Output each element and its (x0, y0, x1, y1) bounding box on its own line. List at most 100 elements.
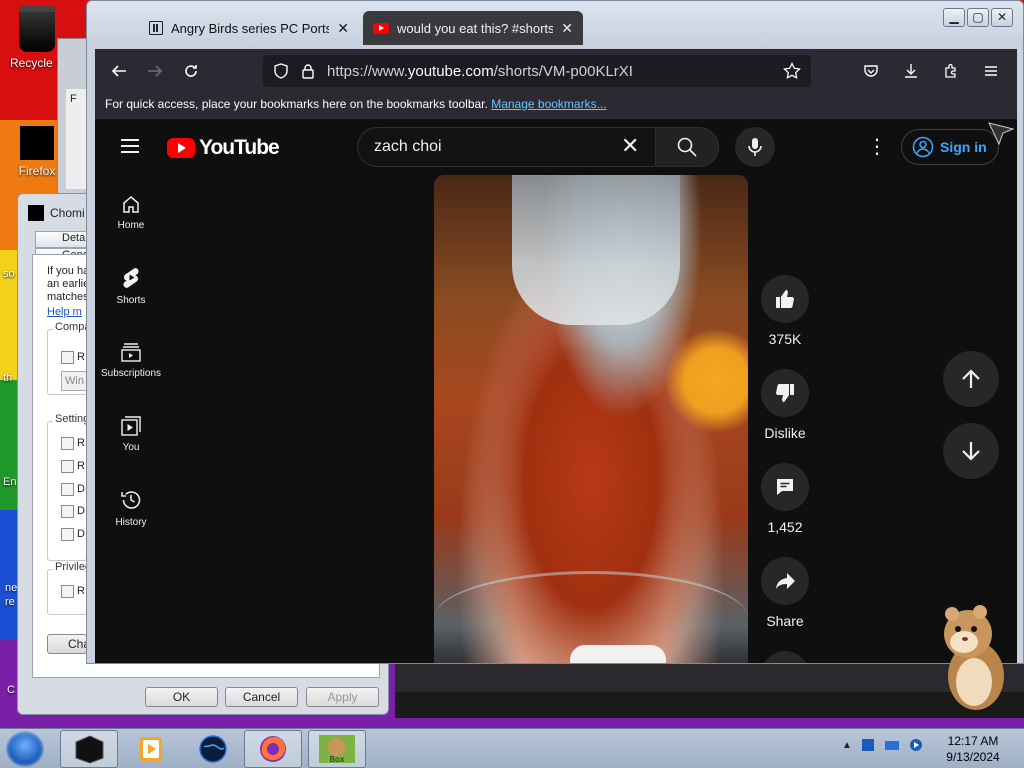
dislike-label: Dislike (764, 425, 806, 441)
comments-action[interactable]: 1,452 (755, 463, 815, 535)
manage-bookmarks-link[interactable]: Manage bookmarks... (491, 97, 606, 111)
previous-short-button[interactable] (943, 351, 999, 407)
cancel-button[interactable]: Cancel (225, 687, 298, 707)
youtube-logo[interactable]: YouTube (167, 136, 280, 160)
desktop-text-fragment: re (5, 596, 15, 608)
reload-button[interactable] (173, 53, 209, 89)
taskbar-item-globe[interactable] (184, 730, 242, 768)
sign-in-button[interactable]: Sign in (901, 129, 999, 165)
tray-volume-icon[interactable] (908, 737, 924, 753)
share-arrow-icon (776, 573, 795, 589)
tray-expand-icon[interactable]: ▲ (842, 740, 852, 751)
guide-item-you[interactable]: You (95, 397, 167, 471)
tray-network-icon[interactable] (884, 737, 900, 753)
intro-text: If you ha (47, 265, 87, 277)
apply-button[interactable]: Apply (306, 687, 379, 707)
account-circle-icon (912, 136, 934, 158)
toolbar-right (853, 53, 1009, 89)
youtube-play-icon (167, 138, 195, 158)
back-arrow-icon (111, 65, 126, 77)
more-action[interactable] (755, 651, 815, 663)
compat-checkbox[interactable] (61, 351, 74, 364)
url-prefix: https://www. (327, 62, 408, 80)
taskbar-item-firefox[interactable] (244, 730, 302, 768)
search-input[interactable]: zach choi (357, 127, 655, 167)
downloads-button[interactable] (893, 53, 929, 89)
comments-button[interactable] (761, 463, 809, 511)
tab-youtube-shorts[interactable]: would you eat this? #shorts - Yo ✕ (363, 11, 583, 45)
url-text: https://www.youtube.com/shorts/VM-p00KLr… (327, 63, 771, 80)
help-link[interactable]: Help m (47, 306, 87, 318)
next-short-button[interactable] (943, 423, 999, 479)
menu-button[interactable] (973, 53, 1009, 89)
pocket-button[interactable] (853, 53, 889, 89)
extensions-button[interactable] (933, 53, 969, 89)
pocket-icon (864, 65, 878, 77)
close-tab-icon[interactable]: ✕ (337, 20, 349, 37)
bookmark-star-icon[interactable] (783, 62, 801, 80)
start-button[interactable] (6, 731, 44, 767)
settings-checkbox[interactable] (61, 483, 74, 496)
taskbar-item-media-player[interactable] (122, 730, 180, 768)
svg-text:Box: Box (330, 755, 345, 764)
tracking-shield-icon[interactable] (273, 63, 289, 79)
settings-checkbox-label: R (77, 460, 85, 472)
shorts-video-player[interactable] (434, 175, 748, 663)
taskbar-item-hamster[interactable]: Box (308, 730, 366, 768)
sign-in-label: Sign in (940, 139, 987, 155)
shorts-actions: 375K Dislike 1,452 Share (759, 275, 811, 663)
close-tab-icon[interactable]: ✕ (561, 20, 573, 37)
like-action[interactable]: 375K (755, 275, 815, 347)
back-button[interactable] (101, 53, 137, 89)
subscriptions-icon (121, 342, 141, 362)
settings-more-icon[interactable]: ⋮ (867, 137, 887, 157)
dislike-action[interactable]: Dislike (755, 369, 815, 441)
lock-icon[interactable] (301, 63, 315, 79)
compat-dropdown[interactable]: Win (61, 371, 87, 391)
clock-date: 9/13/2024 (946, 750, 1000, 764)
settings-checkbox[interactable] (61, 505, 74, 518)
video-overlay-pill[interactable] (570, 645, 666, 663)
settings-checkbox[interactable] (61, 528, 74, 541)
settings-checkbox-label: R (77, 437, 85, 449)
desktop-text-fragment: th (3, 372, 13, 384)
youtube-page: YouTube zach choi ✕ ⋮ Sign in Home Short… (95, 119, 1017, 663)
tray-app-icon[interactable] (860, 737, 876, 753)
taskbar-clock[interactable]: 12:17 AM 9/13/2024 (938, 733, 1008, 765)
thumbs-down-icon (776, 384, 794, 403)
tab-details[interactable]: Deta (35, 231, 91, 248)
ok-button[interactable]: OK (145, 687, 218, 707)
clear-search-icon[interactable]: ✕ (621, 135, 639, 157)
intro-text: an earlie (47, 278, 87, 290)
arrow-down-icon (962, 442, 980, 461)
maximize-button[interactable]: ▢ (967, 8, 989, 27)
taskbar-item-app[interactable] (60, 730, 118, 768)
firefox-window[interactable]: Angry Birds series PC Ports : Ro ✕ would… (86, 0, 1024, 664)
more-options-button[interactable] (761, 651, 809, 663)
firefox-icon (260, 736, 286, 762)
tab-angry-birds[interactable]: Angry Birds series PC Ports : Ro ✕ (139, 11, 359, 45)
settings-checkbox[interactable] (61, 460, 74, 473)
privilege-checkbox[interactable] (61, 585, 74, 598)
guide-item-shorts[interactable]: Shorts (95, 249, 167, 323)
guide-item-home[interactable]: Home (95, 175, 167, 249)
guide-menu-icon[interactable] (121, 139, 139, 153)
dislike-button[interactable] (761, 369, 809, 417)
change-settings-button[interactable]: Cha (47, 634, 87, 654)
close-button[interactable]: ✕ (991, 8, 1013, 27)
settings-checkbox[interactable] (61, 437, 74, 450)
hamburger-icon (985, 66, 997, 76)
guide-sidebar: Home Shorts Subscriptions You History (95, 175, 167, 545)
desktop-text-fragment: C (7, 684, 15, 696)
forward-button[interactable] (137, 53, 173, 89)
address-bar[interactable]: https://www.youtube.com/shorts/VM-p00KLr… (263, 55, 811, 87)
arrow-up-icon (962, 369, 980, 388)
guide-item-history[interactable]: History (95, 471, 167, 545)
voice-search-button[interactable] (735, 127, 775, 167)
search-button[interactable] (655, 127, 719, 167)
share-button[interactable] (761, 557, 809, 605)
guide-item-subscriptions[interactable]: Subscriptions (95, 323, 167, 397)
share-action[interactable]: Share (755, 557, 815, 629)
minimize-button[interactable]: ▁ (943, 8, 965, 27)
like-button[interactable] (761, 275, 809, 323)
